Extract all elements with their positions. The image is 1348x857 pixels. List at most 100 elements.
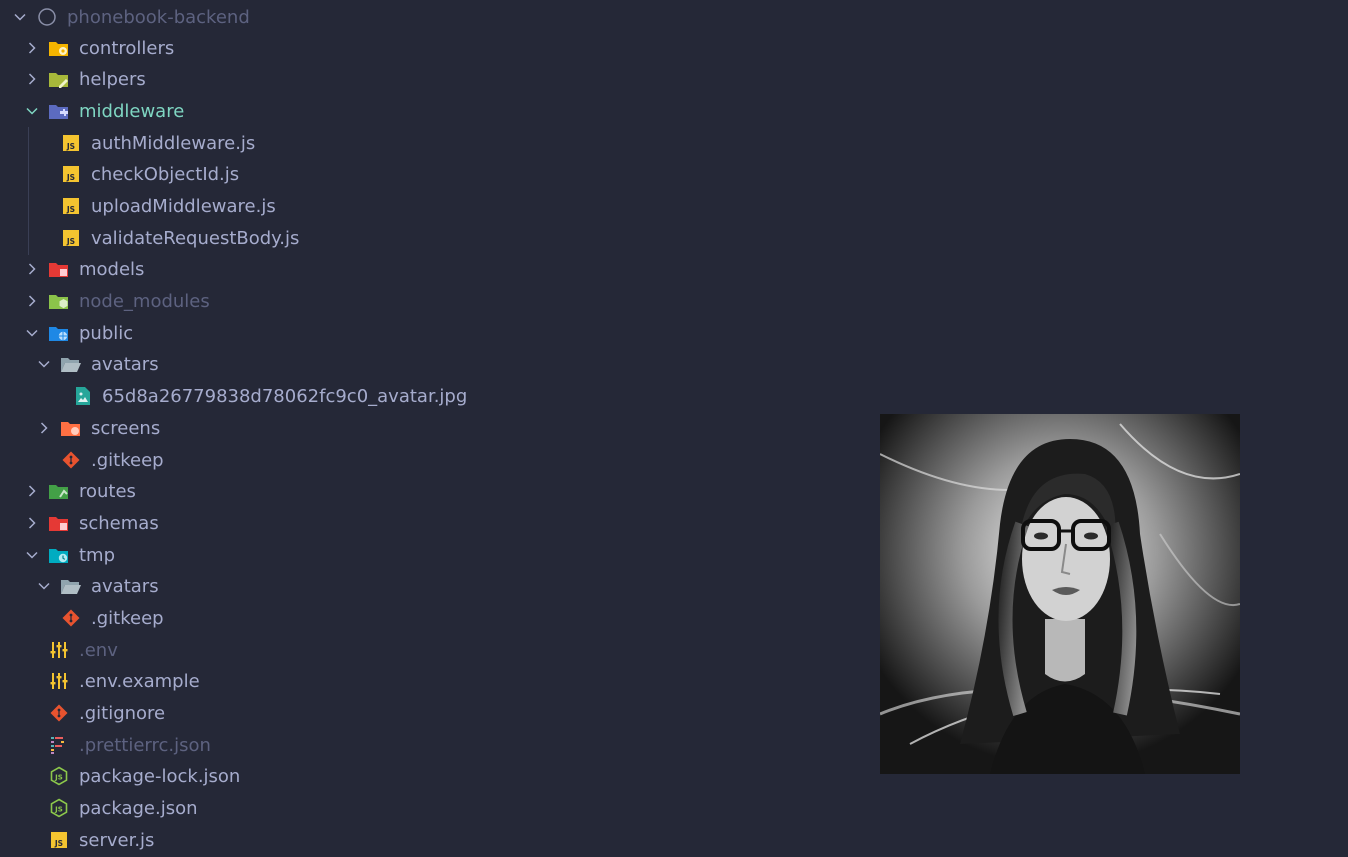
tree-item-label: .gitignore [79,702,166,724]
chevron-down-icon[interactable] [24,547,40,563]
folder-temp-icon [48,544,70,566]
chevron-right-icon[interactable] [24,293,40,309]
tree-item-public-gitkeep[interactable]: .gitkeep [0,444,860,476]
javascript-file-icon: JS [60,227,82,249]
tree-item-tmp-avatars[interactable]: avatars [0,570,860,602]
tree-item-validaterequestbody[interactable]: JS validateRequestBody.js [0,222,860,254]
tree-item-label: avatars [91,353,159,375]
chevron-right-icon[interactable] [24,515,40,531]
tree-item-controllers[interactable]: controllers [0,32,860,64]
folder-middleware-icon [48,100,70,122]
folder-open-icon [60,353,82,375]
tree-item-label: .prettierrc.json [79,734,211,756]
tree-item-label: node_modules [79,290,210,312]
tree-item-server[interactable]: JS server.js [0,824,860,856]
tree-item-label: avatars [91,575,159,597]
image-file-icon [72,385,94,407]
chevron-right-icon[interactable] [36,420,52,436]
avatar-image-preview [880,414,1240,774]
tree-item-label: .gitkeep [91,449,164,471]
git-icon [48,702,70,724]
tree-item-label: screens [91,417,161,439]
tree-root-row[interactable]: phonebook-backend [0,1,860,33]
chevron-down-icon[interactable] [36,356,52,372]
tree-item-label: controllers [79,37,175,59]
javascript-file-icon: JS [60,195,82,217]
repository-circle-icon [36,6,58,28]
folder-open-icon [60,575,82,597]
svg-text:JS: JS [54,774,63,782]
tree-item-checkobjectid[interactable]: JS checkObjectId.js [0,158,860,190]
svg-text:JS: JS [66,173,75,182]
chevron-right-icon[interactable] [24,483,40,499]
prettier-icon [48,734,70,756]
folder-models-icon [48,258,70,280]
svg-text:JS: JS [54,806,63,814]
tree-item-node-modules[interactable]: node_modules [0,285,860,317]
tree-item-label: middleware [79,100,185,122]
tree-item-label: .env.example [79,670,200,692]
folder-helpers-icon [48,68,70,90]
tree-item-package-lock[interactable]: JS package-lock.json [0,760,860,792]
tree-item-label: package.json [79,797,198,819]
chevron-down-icon[interactable] [36,578,52,594]
svg-text:JS: JS [66,237,75,246]
tree-item-schemas[interactable]: schemas [0,507,860,539]
tree-item-screens[interactable]: screens [0,412,860,444]
javascript-file-icon: JS [60,132,82,154]
tree-item-env-example[interactable]: .env.example [0,665,860,697]
tree-item-label: models [79,258,145,280]
chevron-right-icon[interactable] [24,71,40,87]
settings-sliders-icon [48,670,70,692]
svg-text:JS: JS [54,839,63,848]
tree-item-tmp-gitkeep[interactable]: .gitkeep [0,602,860,634]
tree-item-label: uploadMiddleware.js [91,195,276,217]
tree-item-gitignore[interactable]: .gitignore [0,697,860,729]
folder-controllers-icon [48,37,70,59]
tree-item-label: checkObjectId.js [91,163,240,185]
tree-root-label: phonebook-backend [67,6,250,28]
git-icon [60,449,82,471]
chevron-down-icon[interactable] [24,325,40,341]
tree-item-label: .env [79,639,118,661]
tree-item-env[interactable]: .env [0,634,860,666]
tree-item-label: routes [79,480,136,502]
nodejs-icon: JS [48,797,70,819]
tree-item-public-avatars[interactable]: avatars [0,348,860,380]
tree-item-label: schemas [79,512,159,534]
tree-item-label: tmp [79,544,116,566]
nodejs-icon: JS [48,765,70,787]
tree-item-tmp[interactable]: tmp [0,539,860,571]
svg-text:JS: JS [66,205,75,214]
git-icon [60,607,82,629]
tree-item-avatar-jpg[interactable]: 65d8a26779838d78062fc9c0_avatar.jpg [0,380,860,412]
tree-item-label: .gitkeep [91,607,164,629]
folder-screens-icon [60,417,82,439]
javascript-file-icon: JS [60,163,82,185]
javascript-file-icon: JS [48,829,70,851]
tree-item-authmiddleware[interactable]: JS authMiddleware.js [0,127,860,159]
tree-item-models[interactable]: models [0,253,860,285]
tree-item-label: authMiddleware.js [91,132,256,154]
tree-item-routes[interactable]: routes [0,475,860,507]
chevron-right-icon[interactable] [24,261,40,277]
settings-sliders-icon [48,639,70,661]
tree-item-package[interactable]: JS package.json [0,792,860,824]
tree-item-label: public [79,322,134,344]
tree-item-uploadmiddleware[interactable]: JS uploadMiddleware.js [0,190,860,222]
folder-routes-icon [48,480,70,502]
tree-item-helpers[interactable]: helpers [0,63,860,95]
chevron-down-icon[interactable] [24,103,40,119]
chevron-right-icon[interactable] [24,40,40,56]
svg-text:JS: JS [66,142,75,151]
tree-item-label: 65d8a26779838d78062fc9c0_avatar.jpg [102,385,468,407]
tree-item-label: server.js [79,829,155,851]
tree-item-public[interactable]: public [0,317,860,349]
tree-item-label: validateRequestBody.js [91,227,300,249]
tree-item-label: package-lock.json [79,765,241,787]
tree-item-middleware[interactable]: middleware [0,95,860,127]
folder-public-icon [48,322,70,344]
folder-node-icon [48,290,70,312]
tree-item-prettierrc[interactable]: .prettierrc.json [0,729,860,761]
chevron-down-icon[interactable] [12,9,28,25]
